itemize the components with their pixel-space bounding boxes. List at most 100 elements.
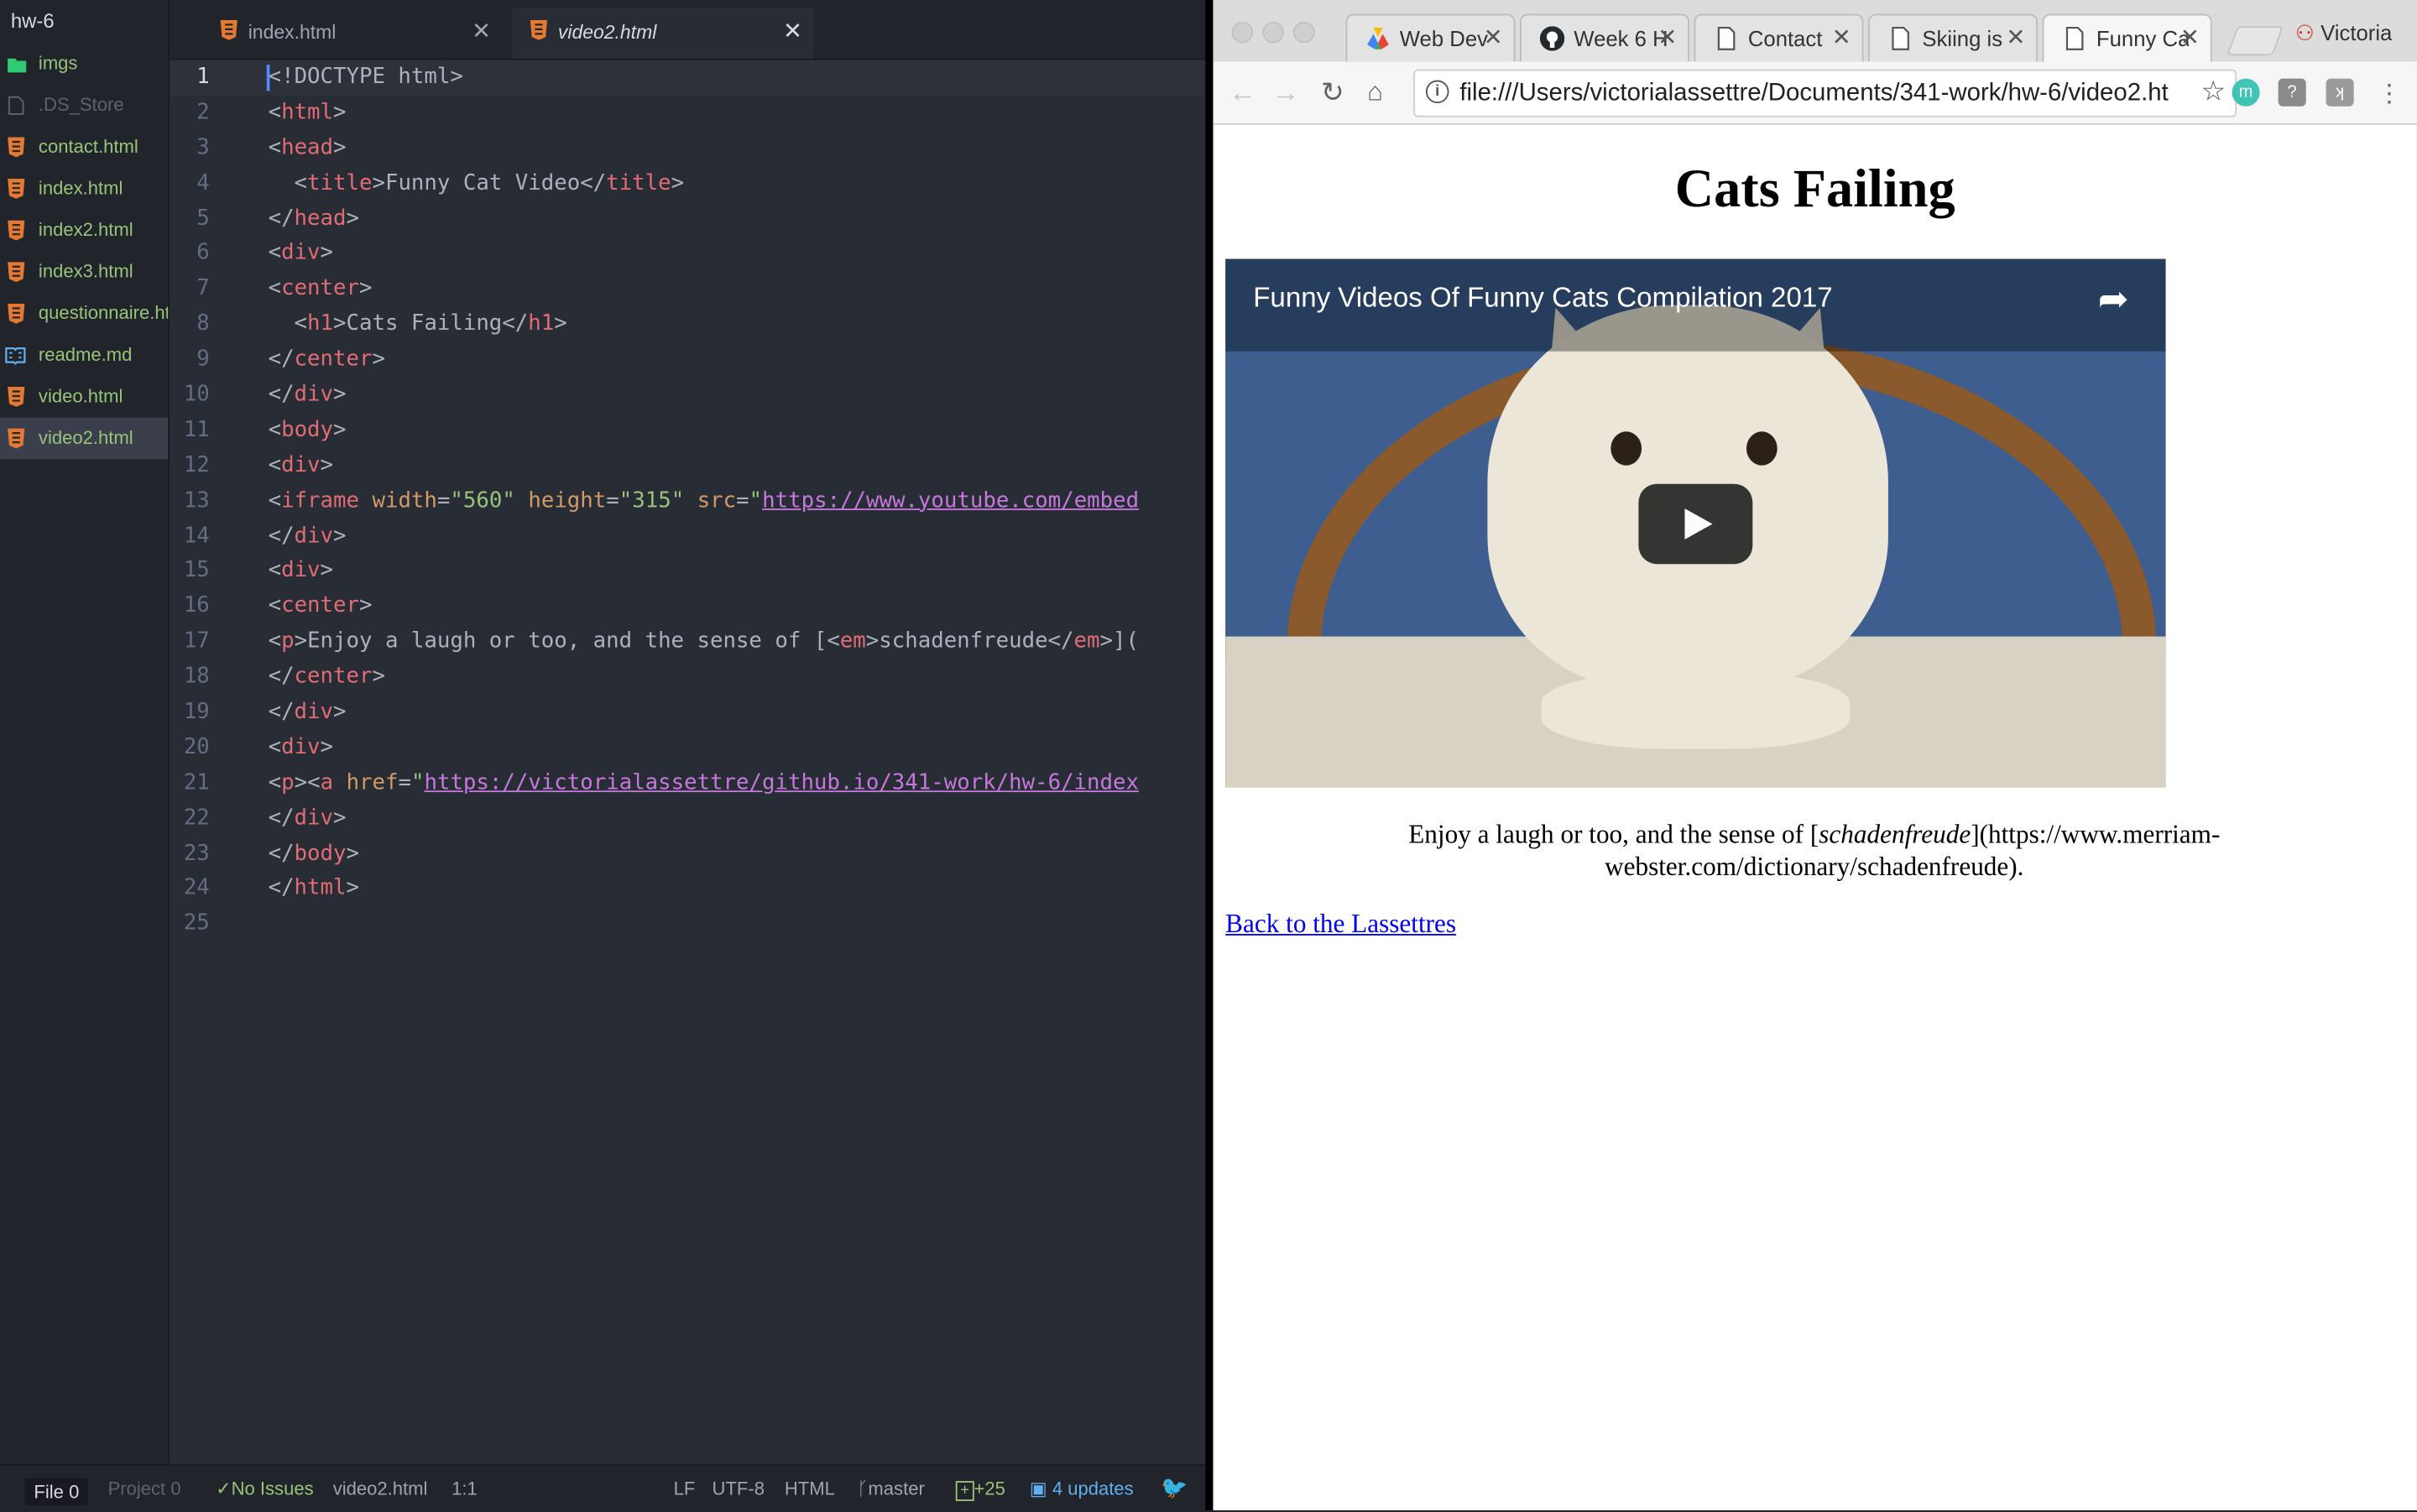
- extension-help-icon[interactable]: ?: [2278, 78, 2306, 107]
- profile-button[interactable]: ⚇ Victoria: [2295, 20, 2393, 46]
- share-icon[interactable]: ➦: [2098, 278, 2129, 322]
- line-number: 20: [183, 734, 210, 760]
- code-line[interactable]: <!DOCTYPE html>: [269, 60, 1206, 96]
- close-tab-icon[interactable]: ✕: [1484, 23, 1503, 50]
- code-line[interactable]: <iframe width="560" height="315" src="ht…: [269, 483, 1206, 519]
- tree-item-file[interactable]: contact.html: [0, 127, 168, 169]
- forward-button[interactable]: →: [1271, 77, 1299, 110]
- twitter-bird-icon[interactable]: 🐦: [1161, 1475, 1188, 1501]
- tree-item-file-selected[interactable]: video2.html: [0, 417, 169, 460]
- new-tab-button[interactable]: [2226, 26, 2284, 56]
- line-number: 23: [183, 841, 210, 866]
- code-line[interactable]: </center>: [269, 660, 1206, 695]
- code-line[interactable]: <p><a href="https://victorialassettre/gi…: [269, 765, 1206, 800]
- code-line[interactable]: <body>: [269, 413, 1206, 448]
- code-line[interactable]: <div>: [269, 730, 1206, 765]
- code-line[interactable]: <head>: [269, 131, 1206, 166]
- status-git-branch[interactable]: ᚴmaster: [857, 1478, 925, 1499]
- home-button[interactable]: ⌂: [1367, 77, 1383, 108]
- status-updates[interactable]: ▣ 4 updates: [1030, 1478, 1134, 1499]
- line-number: 2: [196, 100, 210, 125]
- tree-item-label: index3.html: [38, 260, 133, 283]
- status-grammar[interactable]: HTML: [785, 1478, 835, 1499]
- play-button[interactable]: [1638, 483, 1753, 565]
- tab-video2-html[interactable]: video2.html ✕: [511, 8, 814, 59]
- page-heading: Cats Failing: [1674, 159, 1955, 219]
- youtube-embed[interactable]: Funny Videos Of Funny Cats Compilation 2…: [1225, 258, 2166, 788]
- project-root[interactable]: hw-6: [0, 0, 168, 43]
- code-line[interactable]: </center>: [269, 342, 1206, 378]
- code-line[interactable]: [269, 907, 1206, 942]
- status-encoding[interactable]: UTF-8: [713, 1478, 765, 1499]
- browser-tab[interactable]: Week 6 H ✕: [1519, 13, 1690, 64]
- code-line[interactable]: <center>: [269, 272, 1206, 307]
- status-project-tab[interactable]: Project 0: [108, 1478, 181, 1499]
- tree-item-file[interactable]: index3.html: [0, 251, 168, 293]
- code-line[interactable]: </html>: [269, 872, 1206, 907]
- tab-index-html[interactable]: index.html ✕: [170, 8, 512, 59]
- window-divider: [1205, 0, 1214, 1510]
- code-line[interactable]: <p>Enjoy a laugh or too, and the sense o…: [269, 624, 1206, 660]
- code-line[interactable]: <div>: [269, 448, 1206, 483]
- tree-item-folder[interactable]: imgs: [0, 43, 168, 85]
- file-icon: [8, 96, 24, 115]
- address-url: file:///Users/victorialassettre/Document…: [1459, 80, 2169, 107]
- status-line-ending[interactable]: LF: [674, 1478, 696, 1499]
- address-bar[interactable]: i file:///Users/victorialassettre/Docume…: [1413, 69, 2237, 117]
- code-line[interactable]: </div>: [269, 519, 1206, 554]
- browser-tab[interactable]: Skiing is ✕: [1868, 13, 2039, 64]
- browser-tab[interactable]: Web Dev ✕: [1345, 13, 1516, 64]
- close-tab-icon[interactable]: ✕: [1832, 23, 1851, 50]
- code-line[interactable]: </div>: [269, 378, 1206, 413]
- video-cat-eye: [1610, 431, 1642, 466]
- bookmark-star-icon[interactable]: ☆: [2201, 76, 2226, 108]
- code-line[interactable]: </head>: [269, 201, 1206, 237]
- status-cursor-position[interactable]: 1:1: [452, 1478, 478, 1499]
- window-zoom-button[interactable]: [1292, 21, 1315, 44]
- status-git-diff[interactable]: + +25: [955, 1478, 1005, 1501]
- back-button[interactable]: ←: [1229, 77, 1256, 110]
- line-number: 8: [196, 311, 210, 336]
- line-number: 12: [183, 452, 210, 478]
- line-number: 17: [183, 628, 210, 654]
- code-line[interactable]: </body>: [269, 837, 1206, 872]
- extension-m-icon[interactable]: m: [2232, 78, 2260, 107]
- tree-item-file[interactable]: questionnaire.html: [0, 293, 168, 335]
- tree-item-file[interactable]: index.html: [0, 168, 168, 210]
- code-area[interactable]: <!DOCTYPE html> <html> <head> <title>Funny…: [269, 60, 1206, 942]
- code-line[interactable]: <h1>Cats Failing</h1>: [269, 307, 1206, 342]
- code-line[interactable]: <div>: [269, 554, 1206, 589]
- line-number: 13: [183, 487, 210, 514]
- code-line[interactable]: <title>Funny Cat Video</title>: [269, 166, 1206, 201]
- tree-item-label: questionnaire.html: [38, 301, 168, 324]
- window-close-button[interactable]: [1231, 21, 1254, 44]
- line-number: 5: [196, 206, 210, 231]
- info-icon[interactable]: i: [1425, 80, 1449, 104]
- tree-item-file[interactable]: readme.md: [0, 335, 168, 377]
- tree-item-file[interactable]: video.html: [0, 376, 168, 418]
- menu-kebab-icon[interactable]: ⋮: [2377, 79, 2401, 110]
- code-line[interactable]: </div>: [269, 801, 1206, 837]
- line-number: 14: [183, 523, 210, 549]
- close-tab-icon[interactable]: ✕: [2180, 23, 2200, 50]
- status-filename[interactable]: video2.html: [333, 1478, 428, 1499]
- tree-item-file[interactable]: .DS_Store: [0, 85, 168, 127]
- tree-item-file[interactable]: index2.html: [0, 210, 168, 252]
- close-tab-icon[interactable]: ✕: [2006, 23, 2025, 50]
- window-minimize-button[interactable]: [1262, 21, 1284, 44]
- code-line[interactable]: <div>: [269, 237, 1206, 272]
- status-linter[interactable]: ✓No Issues: [216, 1478, 313, 1499]
- back-link[interactable]: Back to the Lassettres: [1225, 910, 1456, 941]
- code-line[interactable]: </div>: [269, 695, 1206, 730]
- extension-k-icon[interactable]: ʞ: [2326, 78, 2354, 107]
- close-tab-icon[interactable]: ✕: [1657, 23, 1677, 50]
- reload-button[interactable]: ↻: [1321, 77, 1344, 110]
- close-tab-icon[interactable]: ✕: [783, 9, 802, 55]
- status-file-tab[interactable]: File 0: [24, 1478, 89, 1506]
- code-line[interactable]: <html>: [269, 96, 1206, 131]
- video-title[interactable]: Funny Videos Of Funny Cats Compilation 2…: [1253, 282, 1832, 315]
- close-tab-icon[interactable]: ✕: [472, 9, 491, 55]
- browser-tab-active[interactable]: Funny Ca ✕: [2042, 13, 2212, 64]
- code-line[interactable]: <center>: [269, 589, 1206, 624]
- browser-tab[interactable]: Contact ✕: [1694, 13, 1864, 64]
